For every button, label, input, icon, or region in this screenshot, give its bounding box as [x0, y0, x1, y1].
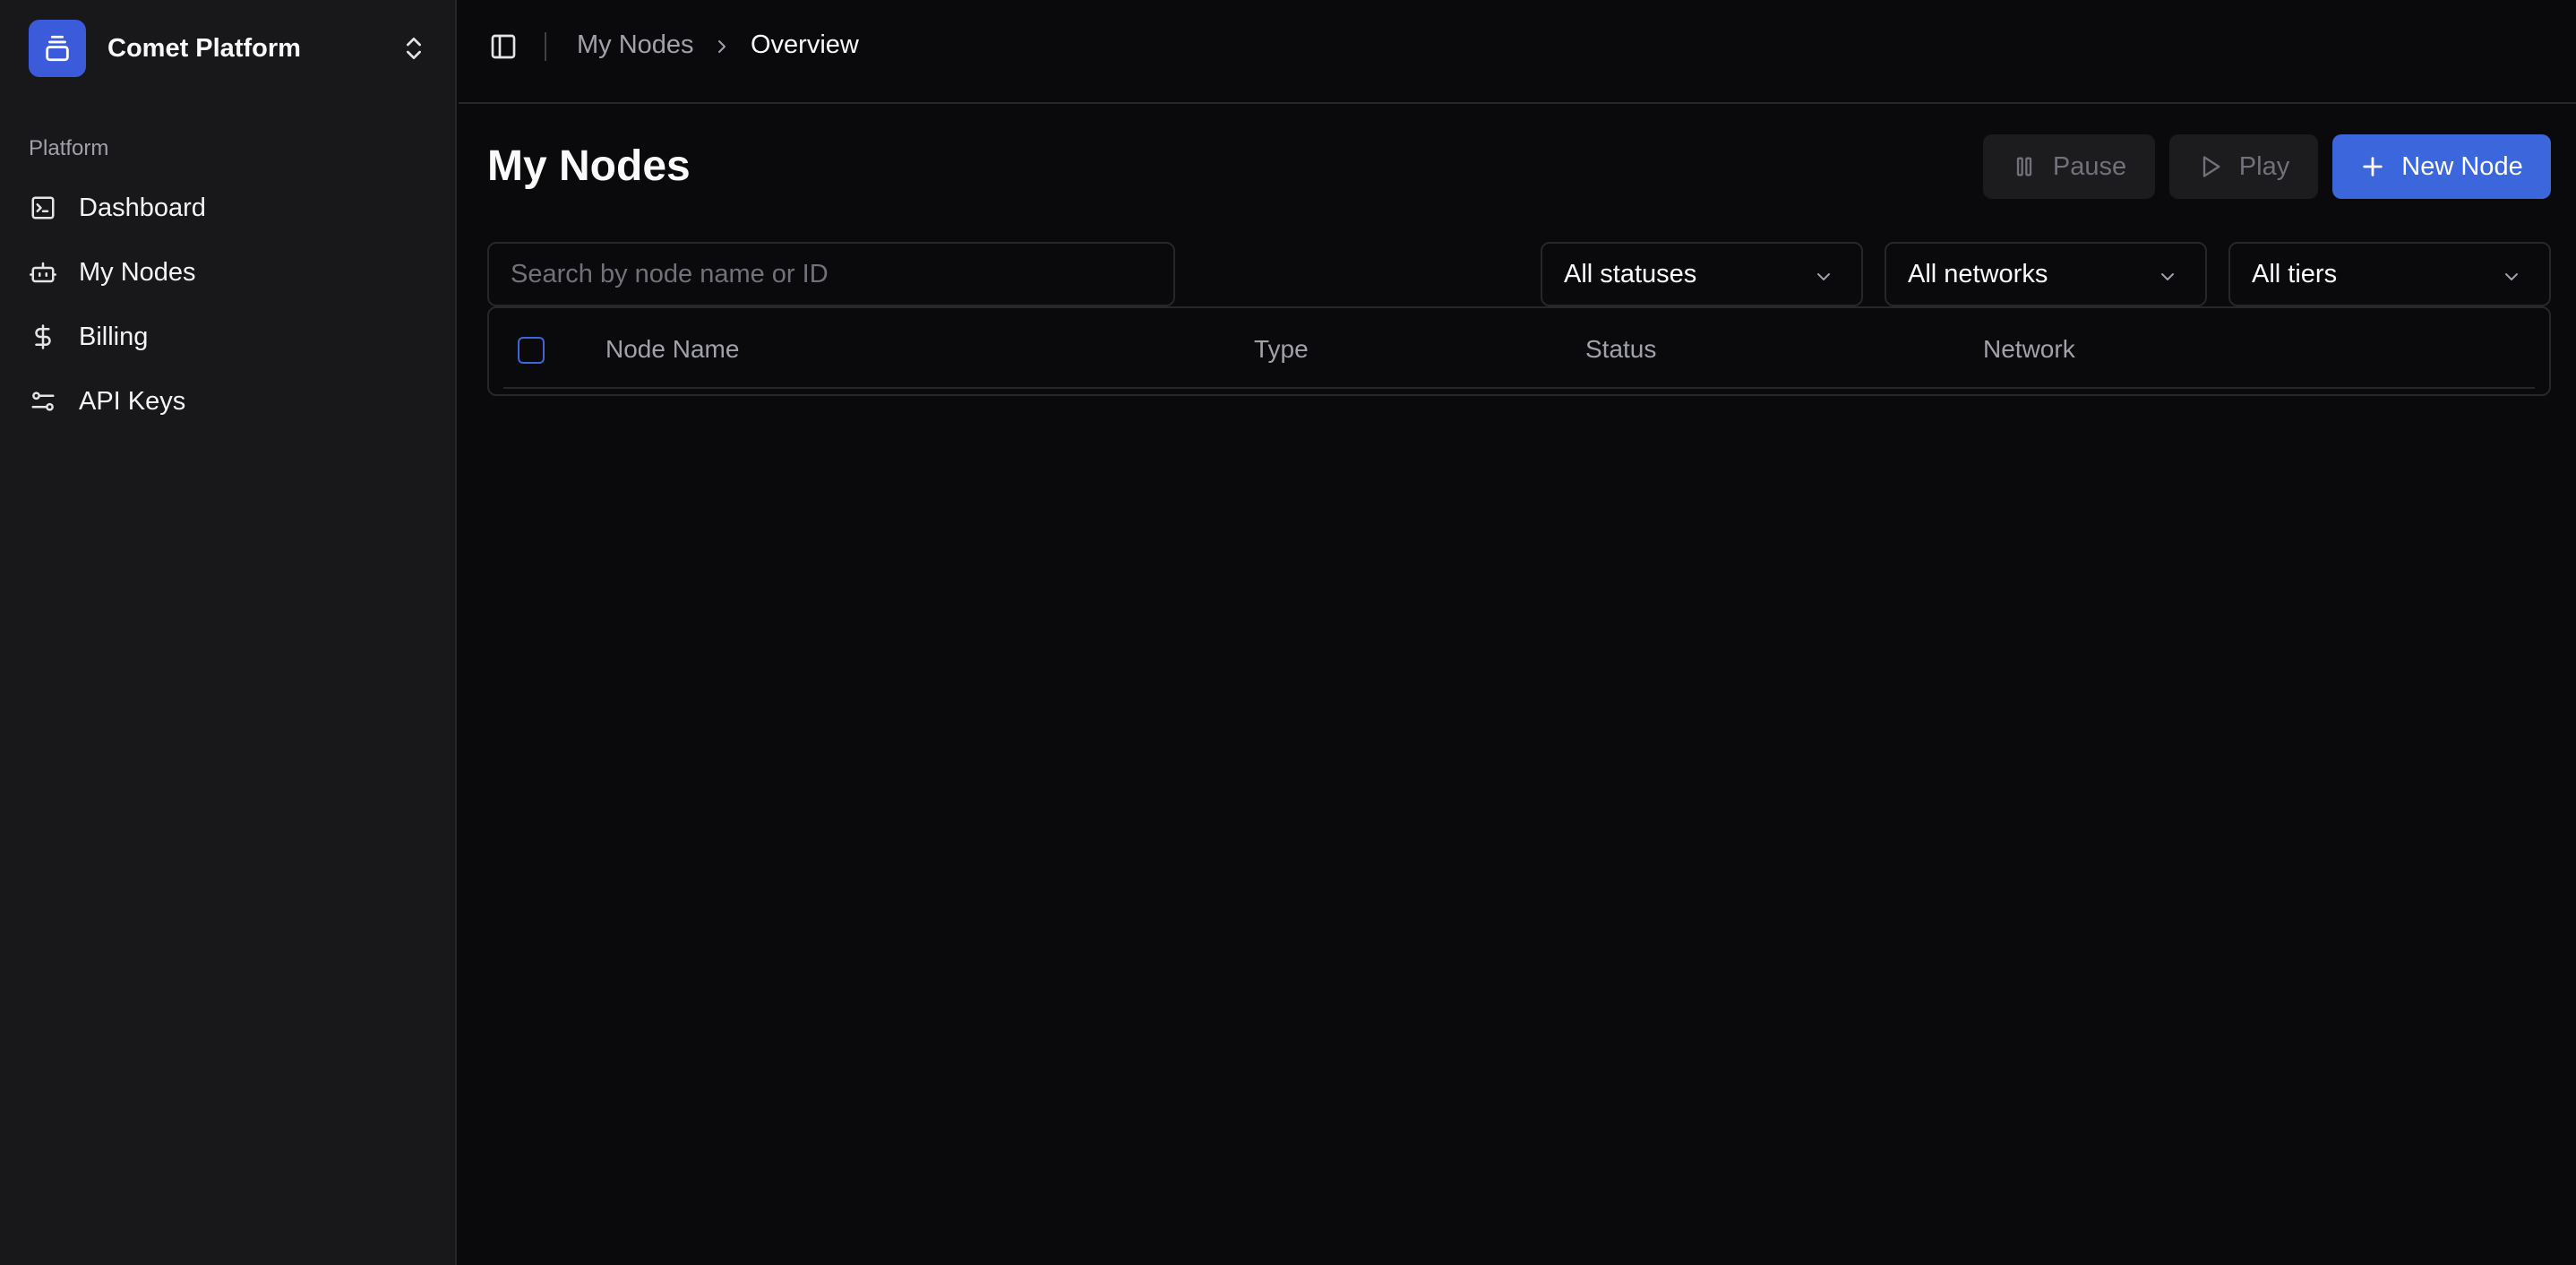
table-header: Node Name Type Status Network: [503, 308, 2535, 389]
pause-button[interactable]: Pause: [1983, 134, 2155, 199]
chevron-down-icon: [1813, 265, 1834, 287]
play-button[interactable]: Play: [2169, 134, 2318, 199]
org-switcher[interactable]: Comet Platform: [29, 20, 428, 77]
status-filter[interactable]: All statuses: [1541, 242, 1863, 306]
divider: [545, 32, 546, 61]
bot-icon: [29, 258, 57, 287]
column-header-network[interactable]: Network: [1983, 335, 2075, 364]
sidebar-toggle-icon[interactable]: [489, 32, 518, 61]
network-filter[interactable]: All networks: [1885, 242, 2207, 306]
sidebar-item-label: Billing: [79, 322, 149, 351]
sliders-icon: [29, 387, 57, 416]
plus-icon: [2360, 154, 2385, 179]
page-title: My Nodes: [487, 142, 691, 190]
play-icon: [2198, 154, 2223, 179]
pause-label: Pause: [2052, 151, 2127, 181]
sidebar-item-billing[interactable]: Billing: [21, 305, 435, 369]
new-node-button[interactable]: New Node: [2332, 134, 2551, 199]
sidebar-item-label: My Nodes: [79, 257, 196, 287]
status-filter-value: All statuses: [1564, 259, 1697, 288]
column-header-node-name[interactable]: Node Name: [605, 335, 739, 364]
play-label: Play: [2238, 151, 2290, 181]
chevron-right-icon: [711, 36, 733, 57]
layers-icon: [29, 20, 86, 77]
sidebar: Comet Platform Platform Dashboard My Nod…: [0, 0, 457, 1265]
section-label: Platform: [29, 136, 109, 160]
dollar-icon: [29, 323, 57, 351]
pause-icon: [2012, 154, 2037, 179]
breadcrumb-my-nodes[interactable]: My Nodes: [577, 30, 694, 60]
column-header-type[interactable]: Type: [1254, 335, 1309, 364]
search-input[interactable]: [487, 242, 1175, 306]
top-bar: My Nodes Overview: [459, 0, 2576, 104]
column-header-status[interactable]: Status: [1585, 335, 1656, 364]
tier-filter-value: All tiers: [2252, 259, 2338, 288]
sidebar-item-label: Dashboard: [79, 193, 206, 222]
new-node-label: New Node: [2401, 151, 2523, 181]
org-name: Comet Platform: [107, 33, 301, 63]
sidebar-item-api-keys[interactable]: API Keys: [21, 369, 435, 434]
network-filter-value: All networks: [1908, 259, 2048, 288]
sidebar-item-my-nodes[interactable]: My Nodes: [21, 240, 435, 305]
breadcrumb-overview: Overview: [751, 30, 859, 59]
select-all-checkbox[interactable]: [518, 337, 545, 364]
terminal-icon: [29, 194, 57, 222]
sidebar-nav: Dashboard My Nodes Billing API Keys: [21, 176, 435, 434]
chevron-down-icon: [2501, 265, 2522, 287]
sidebar-item-dashboard[interactable]: Dashboard: [21, 176, 435, 240]
chevrons-up-down-icon[interactable]: [399, 34, 428, 63]
nodes-table: Node Name Type Status Network: [487, 306, 2551, 396]
sidebar-item-label: API Keys: [79, 386, 186, 416]
chevron-down-icon: [2157, 265, 2178, 287]
tier-filter[interactable]: All tiers: [2228, 242, 2551, 306]
